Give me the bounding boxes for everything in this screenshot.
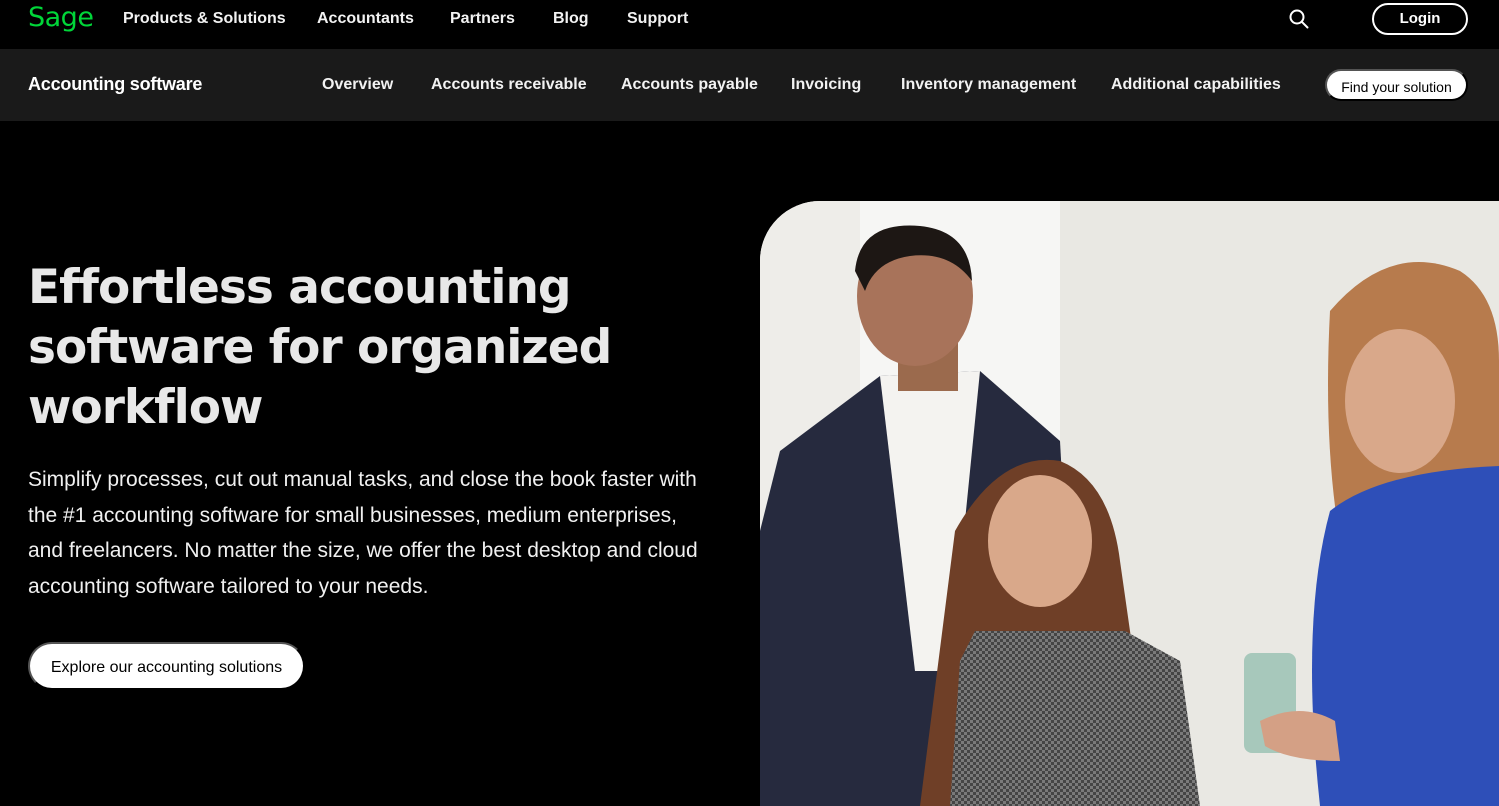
subnav-additional-capabilities[interactable]: Additional capabilities <box>1111 76 1281 94</box>
subnav-overview[interactable]: Overview <box>322 76 393 94</box>
nav-blog[interactable]: Blog <box>553 9 589 29</box>
nav-partners[interactable]: Partners <box>450 9 515 29</box>
explore-solutions-button[interactable]: Explore our accounting solutions <box>28 642 305 690</box>
find-your-solution-button[interactable]: Find your solution <box>1325 69 1468 101</box>
subnav-invoicing[interactable]: Invoicing <box>791 76 861 94</box>
nav-accountants[interactable]: Accountants <box>317 9 414 29</box>
search-icon[interactable] <box>1288 8 1310 30</box>
subnav-accounts-payable[interactable]: Accounts payable <box>621 76 758 94</box>
subnav-title[interactable]: Accounting software <box>28 74 202 95</box>
top-navigation: Sage Products & Solutions Accountants Pa… <box>0 0 1499 49</box>
subnav-accounts-receivable[interactable]: Accounts receivable <box>431 76 587 94</box>
hero-title: Effortless accounting software for organ… <box>28 260 612 435</box>
sage-logo[interactable]: Sage <box>28 0 94 40</box>
subnav-inventory-management[interactable]: Inventory management <box>901 76 1076 94</box>
product-subnav: Accounting software Overview Accounts re… <box>0 49 1499 121</box>
nav-support[interactable]: Support <box>627 9 688 29</box>
hero-photo <box>760 201 1499 806</box>
login-button[interactable]: Login <box>1372 3 1468 35</box>
hero-description: Simplify processes, cut out manual tasks… <box>28 468 698 598</box>
nav-products-solutions[interactable]: Products & Solutions <box>123 9 286 29</box>
